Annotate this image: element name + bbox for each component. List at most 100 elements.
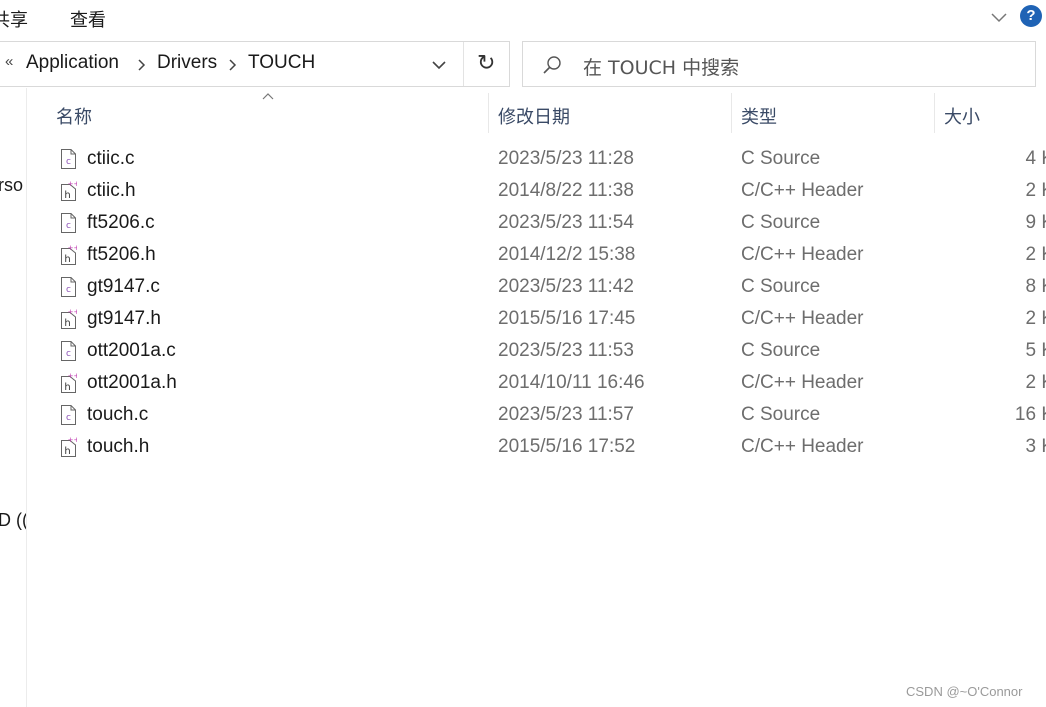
file-date-modified: 2023/5/23 11:53	[498, 340, 634, 361]
file-size: 4 K	[1025, 148, 1046, 169]
svg-text:h: h	[64, 190, 70, 201]
file-row[interactable]: h ++ ft5206.h 2014/12/2 15:38 C/C++ Header…	[28, 239, 1046, 271]
ribbon-tab-view[interactable]: 查看	[70, 6, 106, 32]
breadcrumb-overflow-button[interactable]: «	[5, 53, 13, 70]
file-size: 3 K	[1025, 436, 1046, 457]
divider	[463, 42, 464, 86]
file-size: 2 K	[1025, 244, 1046, 265]
file-row[interactable]: h ++ ott2001a.h 2014/10/11 16:46 C/C++ Hea…	[28, 367, 1046, 399]
breadcrumb-drivers[interactable]: Drivers	[157, 52, 217, 74]
watermark: CSDN @~O'Connor	[906, 684, 1023, 699]
file-row[interactable]: c gt9147.c 2023/5/23 11:42 C Source 8 K	[28, 271, 1046, 303]
chevron-down-icon[interactable]	[431, 58, 447, 72]
svg-text:c: c	[66, 157, 71, 167]
file-date-modified: 2023/5/23 11:54	[498, 212, 634, 233]
file-size: 16 K	[1014, 404, 1046, 425]
file-date-modified: 2015/5/16 17:45	[498, 308, 636, 329]
search-icon	[543, 56, 561, 74]
column-header-type[interactable]: 类型	[741, 103, 777, 129]
column-header-date-modified[interactable]: 修改日期	[498, 103, 570, 129]
nav-item-label[interactable]: D ((	[0, 510, 26, 531]
breadcrumb-touch[interactable]: TOUCH	[248, 52, 315, 74]
c-header-file-icon: h ++	[60, 308, 79, 329]
file-type: C/C++ Header	[741, 436, 864, 457]
svg-text:++: ++	[68, 437, 77, 444]
file-name[interactable]: ft5206.c	[87, 212, 155, 234]
file-type: C Source	[741, 148, 821, 169]
file-row[interactable]: h ++ touch.h 2015/5/16 17:52 C/C++ Header 3…	[28, 431, 1046, 463]
svg-text:h: h	[64, 254, 70, 265]
help-icon[interactable]: ?	[1020, 5, 1042, 27]
file-size: 9 K	[1025, 212, 1046, 233]
file-row[interactable]: c ft5206.c 2023/5/23 11:54 C Source 9 K	[28, 207, 1046, 239]
svg-text:++: ++	[68, 309, 77, 316]
file-row[interactable]: c touch.c 2023/5/23 11:57 C Source 16 K	[28, 399, 1046, 431]
file-type: C/C++ Header	[741, 244, 864, 265]
file-list: c ctiic.c 2023/5/23 11:28 C Source 4 K h ++…	[28, 143, 1046, 463]
file-type: C Source	[741, 340, 821, 361]
c-source-file-icon: c	[60, 405, 77, 425]
column-header-size[interactable]: 大小	[944, 103, 980, 129]
nav-item-label[interactable]: rso	[0, 175, 23, 196]
file-date-modified: 2015/5/16 17:52	[498, 436, 636, 457]
file-date-modified: 2023/5/23 11:57	[498, 404, 634, 425]
c-header-file-icon: h ++	[60, 180, 79, 201]
c-source-file-icon: c	[60, 149, 77, 169]
file-type: C/C++ Header	[741, 372, 864, 393]
column-divider[interactable]	[488, 93, 489, 133]
chevron-down-icon[interactable]	[990, 8, 1008, 26]
file-size: 2 K	[1025, 180, 1046, 201]
ribbon-tab-share[interactable]: 共享	[0, 6, 28, 32]
file-row[interactable]: c ctiic.c 2023/5/23 11:28 C Source 4 K	[28, 143, 1046, 175]
search-input[interactable]: 在 TOUCH 中搜索	[522, 41, 1036, 87]
file-date-modified: 2014/10/11 16:46	[498, 372, 645, 393]
file-name[interactable]: ctiic.h	[87, 180, 136, 202]
c-header-file-icon: h ++	[60, 436, 79, 457]
svg-text:c: c	[66, 221, 71, 231]
search-placeholder: 在 TOUCH 中搜索	[583, 57, 740, 79]
c-header-file-icon: h ++	[60, 372, 79, 393]
ribbon: 共享 查看 ?	[0, 0, 1046, 34]
column-divider[interactable]	[934, 93, 935, 133]
c-source-file-icon: c	[60, 277, 77, 297]
file-name[interactable]: gt9147.c	[87, 276, 160, 298]
file-type: C Source	[741, 404, 821, 425]
file-size: 2 K	[1025, 308, 1046, 329]
svg-text:c: c	[66, 285, 71, 295]
breadcrumb-application[interactable]: Application	[26, 52, 119, 74]
svg-text:++: ++	[68, 181, 77, 188]
chevron-right-icon[interactable]	[228, 58, 238, 72]
file-type: C Source	[741, 276, 821, 297]
c-header-file-icon: h ++	[60, 244, 79, 265]
file-name[interactable]: ott2001a.h	[87, 372, 177, 394]
chevron-right-icon[interactable]	[137, 58, 147, 72]
c-source-file-icon: c	[60, 213, 77, 233]
file-type: C/C++ Header	[741, 180, 864, 201]
svg-text:h: h	[64, 318, 70, 329]
file-row[interactable]: h ++ ctiic.h 2014/8/22 11:38 C/C++ Header 2…	[28, 175, 1046, 207]
file-name[interactable]: ott2001a.c	[87, 340, 176, 362]
address-bar[interactable]: « Application Drivers TOUCH ↻	[0, 41, 510, 87]
file-name[interactable]: gt9147.h	[87, 308, 161, 330]
svg-text:h: h	[64, 446, 70, 457]
file-name[interactable]: touch.c	[87, 404, 148, 426]
file-date-modified: 2014/12/2 15:38	[498, 244, 636, 265]
column-header-name[interactable]: 名称	[56, 103, 92, 129]
file-row[interactable]: c ott2001a.c 2023/5/23 11:53 C Source 5 K	[28, 335, 1046, 367]
refresh-icon[interactable]: ↻	[477, 52, 499, 76]
file-name[interactable]: touch.h	[87, 436, 149, 458]
file-name[interactable]: ft5206.h	[87, 244, 156, 266]
c-source-file-icon: c	[60, 341, 77, 361]
svg-text:c: c	[66, 413, 71, 423]
navigation-pane[interactable]: rso D ((	[0, 88, 27, 707]
file-size: 8 K	[1025, 276, 1046, 297]
file-name[interactable]: ctiic.c	[87, 148, 135, 170]
svg-text:h: h	[64, 382, 70, 393]
file-type: C/C++ Header	[741, 308, 864, 329]
svg-text:++: ++	[68, 373, 77, 380]
sort-ascending-icon	[262, 93, 274, 100]
file-row[interactable]: h ++ gt9147.h 2015/5/16 17:45 C/C++ Header…	[28, 303, 1046, 335]
svg-text:++: ++	[68, 245, 77, 252]
column-divider[interactable]	[731, 93, 732, 133]
file-size: 5 K	[1025, 340, 1046, 361]
